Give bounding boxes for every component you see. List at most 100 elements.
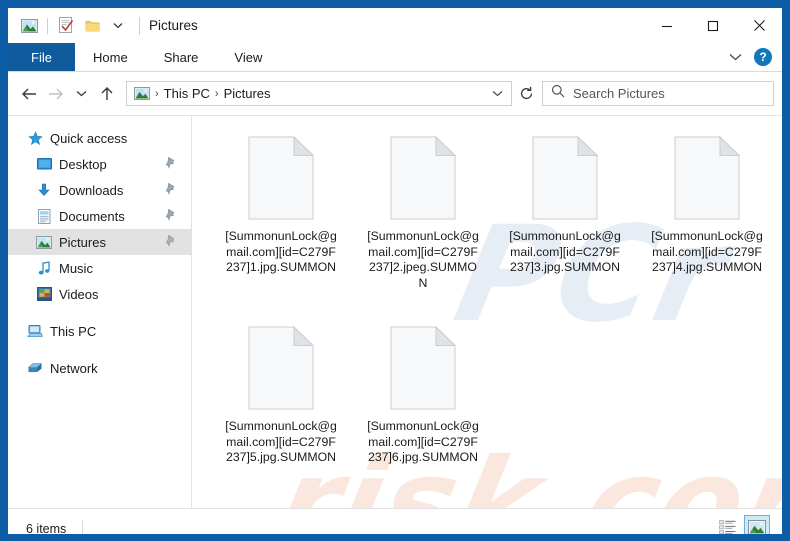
breadcrumb-separator-1: › xyxy=(214,87,219,100)
breadcrumb-dropdown-chevron-icon[interactable] xyxy=(487,82,507,105)
pictures-icon[interactable] xyxy=(16,13,42,39)
desktop-icon xyxy=(35,156,53,172)
tab-file[interactable]: File xyxy=(8,43,75,71)
blank-document-icon xyxy=(674,135,741,220)
file-name: [SummonunLock@gmail.com][id=C279F237]6.j… xyxy=(367,419,479,464)
ribbon-right-controls: ? xyxy=(724,43,778,71)
file-item[interactable]: [SummonunLock@gmail.com][id=C279F237]4.j… xyxy=(636,124,778,314)
status-bar: 6 items xyxy=(8,508,782,534)
sidebar-item-label: Pictures xyxy=(59,234,106,250)
tab-home[interactable]: Home xyxy=(75,43,146,71)
large-icons-view-button[interactable] xyxy=(744,515,770,534)
details-view-button[interactable] xyxy=(714,515,740,534)
view-mode-buttons xyxy=(714,515,770,534)
address-bar: › This PC › Pictures Search Pictures xyxy=(8,72,782,115)
customize-qat-chevron-icon[interactable] xyxy=(105,13,131,39)
status-separator xyxy=(82,519,84,534)
sidebar-item-label: Downloads xyxy=(59,182,124,198)
file-name: [SummonunLock@gmail.com][id=C279F237]1.j… xyxy=(225,229,337,274)
blank-document-icon xyxy=(390,325,457,410)
sidebar-item-label: Videos xyxy=(59,286,99,302)
pin-icon[interactable] xyxy=(164,156,177,175)
sidebar-item-music[interactable]: Music xyxy=(8,255,191,281)
main-content-area: Quick access Desktop Downloads Documents… xyxy=(8,115,782,508)
navigation-pane: Quick access Desktop Downloads Documents… xyxy=(8,116,191,508)
sidebar-item-pictures[interactable]: Pictures xyxy=(8,229,191,255)
pictures-icon xyxy=(35,234,53,250)
pin-icon[interactable] xyxy=(164,182,177,201)
title-divider xyxy=(139,16,140,35)
pin-icon[interactable] xyxy=(164,234,177,253)
breadcrumb-pictures[interactable]: Pictures xyxy=(221,86,274,101)
tab-share[interactable]: Share xyxy=(146,43,217,71)
blank-document-icon xyxy=(248,135,315,220)
breadcrumb-separator-0: › xyxy=(155,87,159,100)
file-name: [SummonunLock@gmail.com][id=C279F237]5.j… xyxy=(225,419,337,464)
up-arrow-icon[interactable] xyxy=(94,79,120,109)
videos-icon xyxy=(35,286,53,302)
maximize-button[interactable] xyxy=(690,8,736,43)
window-controls xyxy=(644,8,782,43)
sidebar-item-label: This PC xyxy=(50,323,97,339)
sidebar-item-documents[interactable]: Documents xyxy=(8,203,191,229)
sidebar-item-label: Quick access xyxy=(50,130,128,146)
file-item[interactable]: [SummonunLock@gmail.com][id=C279F237]5.j… xyxy=(210,314,352,504)
minimize-button[interactable] xyxy=(644,8,690,43)
sidebar-gap-1 xyxy=(8,307,191,318)
pictures-icon xyxy=(133,86,151,102)
recent-locations-chevron-icon[interactable] xyxy=(68,79,94,109)
sidebar-item-network[interactable]: Network xyxy=(8,355,191,381)
item-count-label: 6 items xyxy=(26,521,67,535)
chevron-down-icon[interactable] xyxy=(724,46,746,68)
search-input[interactable]: Search Pictures xyxy=(542,81,774,106)
search-icon xyxy=(551,84,565,103)
this-pc-icon xyxy=(26,323,44,339)
breadcrumb[interactable]: › This PC › Pictures xyxy=(126,81,512,106)
new-folder-icon[interactable] xyxy=(79,13,105,39)
sidebar-item-label: Music xyxy=(59,260,93,276)
file-name: [SummonunLock@gmail.com][id=C279F237]3.j… xyxy=(509,229,621,274)
file-item[interactable]: [SummonunLock@gmail.com][id=C279F237]2.j… xyxy=(352,124,494,314)
sidebar-item-desktop[interactable]: Desktop xyxy=(8,151,191,177)
documents-icon xyxy=(35,208,53,224)
refresh-icon[interactable] xyxy=(512,81,540,106)
file-grid: [SummonunLock@gmail.com][id=C279F237]1.j… xyxy=(192,116,782,504)
file-item[interactable]: [SummonunLock@gmail.com][id=C279F237]6.j… xyxy=(352,314,494,504)
sidebar-item-downloads[interactable]: Downloads xyxy=(8,177,191,203)
properties-icon[interactable] xyxy=(53,13,79,39)
window-body: Pictures File Home Share View ? › This P… xyxy=(8,8,782,534)
file-name: [SummonunLock@gmail.com][id=C279F237]2.j… xyxy=(367,229,479,290)
file-list-pane[interactable]: PCr risk.com [SummonunLock@gmail.com][id… xyxy=(191,116,782,508)
blank-document-icon xyxy=(248,325,315,410)
sidebar-item-videos[interactable]: Videos xyxy=(8,281,191,307)
music-icon xyxy=(35,260,53,276)
explorer-window: Pictures File Home Share View ? › This P… xyxy=(0,0,790,541)
sidebar-item-this-pc[interactable]: This PC xyxy=(8,318,191,344)
blank-document-icon xyxy=(390,135,457,220)
blank-document-icon xyxy=(532,135,599,220)
tab-view[interactable]: View xyxy=(216,43,280,71)
sidebar-item-label: Network xyxy=(50,360,98,376)
file-item[interactable]: [SummonunLock@gmail.com][id=C279F237]1.j… xyxy=(210,124,352,314)
qat-separator-1 xyxy=(47,17,48,34)
back-arrow-icon[interactable] xyxy=(16,79,42,109)
sidebar-item-label: Documents xyxy=(59,208,125,224)
quick-access-toolbar: Pictures xyxy=(8,13,198,39)
window-title: Pictures xyxy=(149,18,198,33)
sidebar-item-label: Desktop xyxy=(59,156,107,172)
sidebar-gap-2 xyxy=(8,344,191,355)
breadcrumb-this-pc[interactable]: This PC xyxy=(161,86,213,101)
file-name: [SummonunLock@gmail.com][id=C279F237]4.j… xyxy=(651,229,763,274)
star-icon xyxy=(26,130,44,146)
network-icon xyxy=(26,360,44,376)
pin-icon[interactable] xyxy=(164,208,177,227)
search-placeholder: Search Pictures xyxy=(573,86,665,101)
downloads-icon xyxy=(35,182,53,198)
help-button[interactable]: ? xyxy=(754,48,772,66)
sidebar-item-quick-access[interactable]: Quick access xyxy=(8,125,191,151)
forward-arrow-icon[interactable] xyxy=(42,79,68,109)
close-button[interactable] xyxy=(736,8,782,43)
ribbon-tab-bar: File Home Share View ? xyxy=(8,43,782,72)
file-item[interactable]: [SummonunLock@gmail.com][id=C279F237]3.j… xyxy=(494,124,636,314)
title-bar: Pictures xyxy=(8,8,782,43)
